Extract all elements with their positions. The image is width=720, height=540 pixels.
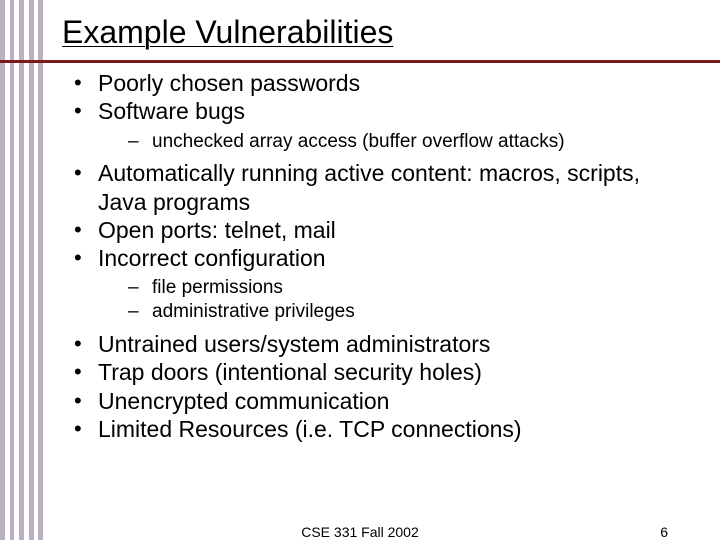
- list-item: Unencrypted communication: [68, 387, 684, 415]
- bullet-list: Poorly chosen passwords Software bugs un…: [68, 69, 684, 443]
- list-item: Software bugs unchecked array access (bu…: [68, 97, 684, 153]
- list-item: Trap doors (intentional security holes): [68, 358, 684, 386]
- list-subitem: file permissions: [98, 276, 684, 300]
- footer-page-number: 6: [660, 524, 668, 540]
- slide-content: Example Vulnerabilities Poorly chosen pa…: [0, 0, 720, 443]
- list-item-text: Software bugs: [98, 98, 245, 124]
- list-subitem: unchecked array access (buffer overflow …: [98, 130, 684, 154]
- list-item: Automatically running active content: ma…: [68, 159, 684, 216]
- list-item: Incorrect configuration file permissions…: [68, 244, 684, 324]
- list-item: Untrained users/system administrators: [68, 330, 684, 358]
- list-item-text: Incorrect configuration: [98, 245, 326, 271]
- list-item: Limited Resources (i.e. TCP connections): [68, 415, 684, 443]
- list-item: Poorly chosen passwords: [68, 69, 684, 97]
- slide-title: Example Vulnerabilities: [62, 14, 684, 51]
- list-item: Open ports: telnet, mail: [68, 216, 684, 244]
- list-subitem: administrative privileges: [98, 300, 684, 324]
- footer-course: CSE 331 Fall 2002: [301, 524, 419, 540]
